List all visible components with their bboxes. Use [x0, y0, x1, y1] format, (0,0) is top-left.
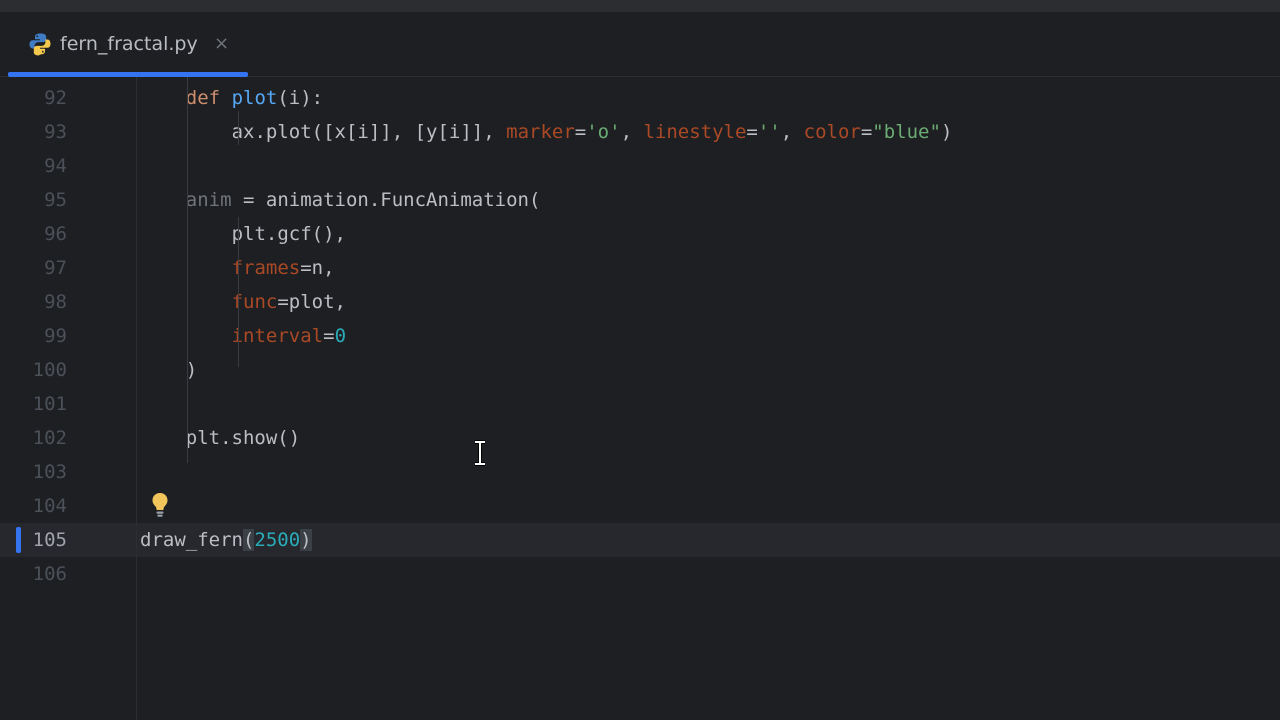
- code-token: marker: [506, 121, 575, 143]
- close-icon[interactable]: ×: [214, 32, 229, 56]
- line-number: 102: [32, 427, 67, 449]
- line-number: 98: [44, 291, 67, 313]
- code-line[interactable]: 104: [0, 489, 1280, 523]
- editor-tab-bar: fern_fractal.py ×: [0, 12, 1280, 77]
- code-token: =: [574, 121, 587, 143]
- text-cursor-icon: [475, 440, 485, 466]
- code-token: 0: [334, 325, 347, 347]
- line-number: 97: [44, 257, 67, 279]
- code-token: plt.gcf(),: [231, 223, 346, 245]
- code-token: ): [940, 121, 953, 143]
- code-token: = animation.FuncAnimation(: [231, 189, 541, 211]
- line-number: 105: [32, 529, 67, 551]
- tab-filename: fern_fractal.py: [60, 33, 198, 55]
- code-token: linestyle: [643, 121, 747, 143]
- code-text: func=plot,: [232, 285, 346, 319]
- code-token: ,: [780, 121, 804, 143]
- line-number: 95: [44, 189, 67, 211]
- code-token: =: [860, 121, 873, 143]
- code-editor[interactable]: 92 def plot(i): 93 ax.plot([x[i]], [y[i]], …: [0, 77, 1280, 720]
- indent-guide: [187, 77, 188, 463]
- code-line[interactable]: 101: [0, 387, 1280, 421]
- code-token: def: [185, 87, 232, 109]
- code-token: ): [300, 529, 312, 551]
- code-text: plt.show(): [186, 421, 300, 455]
- code-token: (i):: [277, 87, 324, 109]
- code-text: ax.plot([x[i]], [y[i]], marker='o', line…: [232, 115, 953, 149]
- code-token: plot: [231, 87, 278, 109]
- code-line[interactable]: 105 draw_fern(2500): [0, 523, 1280, 557]
- line-number: 106: [32, 563, 67, 585]
- code-token: '': [757, 121, 781, 143]
- line-number: 100: [32, 359, 67, 381]
- code-line[interactable]: 103: [0, 455, 1280, 489]
- line-number: 103: [32, 461, 67, 483]
- code-line[interactable]: 99 interval=0: [0, 319, 1280, 353]
- code-token: color: [803, 121, 861, 143]
- code-text: draw_fern(2500): [140, 523, 312, 557]
- code-line[interactable]: 93 ax.plot([x[i]], [y[i]], marker='o', li…: [0, 115, 1280, 149]
- code-token: =plot,: [277, 291, 346, 313]
- code-line[interactable]: 94: [0, 149, 1280, 183]
- line-number: 104: [32, 495, 67, 517]
- code-text: plt.gcf(),: [232, 217, 346, 251]
- code-text: anim = animation.FuncAnimation(: [186, 183, 541, 217]
- code-token: "blue": [872, 121, 941, 143]
- code-line[interactable]: 92 def plot(i):: [0, 81, 1280, 115]
- indent-guide: [238, 217, 239, 367]
- line-number: 101: [32, 393, 67, 415]
- code-token: (: [242, 529, 255, 551]
- tab-fern-fractal[interactable]: fern_fractal.py ×: [8, 12, 248, 77]
- code-token: anim: [185, 189, 232, 211]
- python-icon: [29, 33, 51, 56]
- code-token: draw_fern: [140, 529, 243, 551]
- code-text: frames=n,: [232, 251, 335, 285]
- code-text: def plot(i):: [186, 81, 323, 115]
- code-text: interval=0: [232, 319, 346, 353]
- code-token: interval: [231, 325, 324, 347]
- code-token: =: [746, 121, 758, 143]
- code-line[interactable]: 98 func=plot,: [0, 285, 1280, 319]
- line-number: 93: [44, 121, 67, 143]
- code-token: 'o': [586, 121, 621, 143]
- code-line[interactable]: 102 plt.show(): [0, 421, 1280, 455]
- code-token: =n,: [300, 257, 335, 279]
- code-token: 2500: [254, 529, 301, 551]
- code-line[interactable]: 100): [0, 353, 1280, 387]
- code-line[interactable]: 106: [0, 557, 1280, 591]
- code-token: ax.plot([x[i]], [y[i]],: [231, 121, 507, 143]
- line-number: 99: [44, 325, 67, 347]
- gutter-separator: [136, 77, 137, 720]
- code-token: frames: [231, 257, 301, 279]
- code-line[interactable]: 95 anim = animation.FuncAnimation(: [0, 183, 1280, 217]
- indent-guide: [238, 111, 239, 145]
- code-token: ,: [620, 121, 644, 143]
- line-number: 96: [44, 223, 67, 245]
- code-line[interactable]: 97 frames=n,: [0, 251, 1280, 285]
- lightbulb-icon[interactable]: [149, 491, 171, 519]
- code-token: =: [323, 325, 335, 347]
- line-number: 94: [44, 155, 67, 177]
- code-line[interactable]: 96 plt.gcf(),: [0, 217, 1280, 251]
- line-number: 92: [44, 87, 67, 109]
- code-token: plt.show(): [185, 427, 301, 449]
- window-top-bar: [0, 0, 1280, 12]
